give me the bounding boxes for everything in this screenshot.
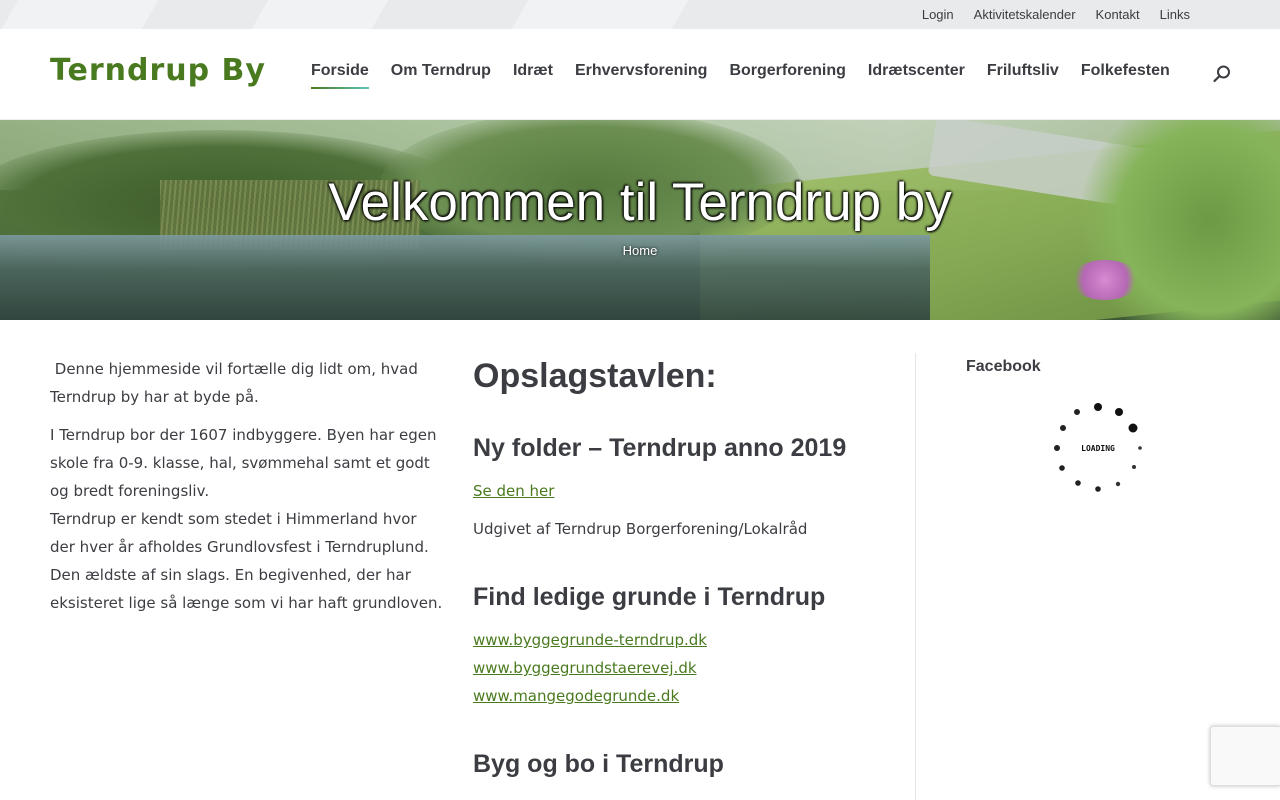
intro-text: I Terndrup bor der 1607 indbyggere. Byen… <box>50 426 437 500</box>
bulletin-board: Opslagstavlen: Ny folder – Terndrup anno… <box>473 355 893 793</box>
contact-link[interactable]: Kontakt <box>1096 7 1140 22</box>
top-bar-decoration <box>511 0 689 29</box>
nav-item-borgerforening[interactable]: Borgerforening <box>729 62 845 80</box>
intro-text: Terndrup er kendt som stedet i Himmerlan… <box>50 510 443 612</box>
nav-item-idraet[interactable]: Idræt <box>513 62 553 80</box>
top-bar: Login Aktivitetskalender Kontakt Links <box>0 0 1280 29</box>
loading-spinner-icon: LOADING <box>1054 403 1142 492</box>
nav-item-om-terndrup[interactable]: Om Terndrup <box>391 62 491 80</box>
top-bar-decoration <box>1 0 159 29</box>
breadcrumb[interactable]: Home <box>0 243 1280 258</box>
site-logo[interactable]: Terndrup By <box>50 53 266 88</box>
plots-link[interactable]: www.byggegrundstaerevej.dk <box>473 654 893 682</box>
main-nav: Forside Om Terndrup Idræt Erhvervsforeni… <box>311 62 1170 89</box>
recaptcha-badge[interactable] <box>1210 726 1280 786</box>
intro-column: Denne hjemmeside vil fortælle dig lidt o… <box>50 355 445 617</box>
page-title: Velkommen til Terndrup by <box>328 173 952 232</box>
facebook-heading: Facebook <box>966 358 1041 375</box>
loading-label: LOADING <box>1081 444 1115 453</box>
hero-banner: Velkommen til Terndrup by Home <box>0 120 1280 320</box>
login-link[interactable]: Login <box>922 7 954 22</box>
nav-item-erhvervsforening[interactable]: Erhvervsforening <box>575 62 707 80</box>
links-link[interactable]: Links <box>1160 7 1190 22</box>
nav-item-folkefesten[interactable]: Folkefesten <box>1081 62 1170 80</box>
folder-publisher: Udgivet af Terndrup Borgerforening/Lokal… <box>473 520 808 538</box>
nav-item-forside[interactable]: Forside <box>311 62 369 89</box>
sidebar: Facebook <box>966 358 1230 376</box>
folder-link[interactable]: Se den her <box>473 477 893 505</box>
nav-item-friluftsliv[interactable]: Friluftsliv <box>987 62 1059 80</box>
intro-paragraph: Denne hjemmeside vil fortælle dig lidt o… <box>50 360 423 406</box>
top-bar-links: Login Aktivitetskalender Kontakt Links <box>922 0 1190 29</box>
search-icon[interactable] <box>1212 64 1232 84</box>
bulletin-item-title: Find ledige grunde i Terndrup <box>473 583 826 611</box>
bulletin-item-title: Ny folder – Terndrup anno 2019 <box>473 434 847 462</box>
bulletin-heading: Opslagstavlen: <box>473 357 717 395</box>
hero-flowers <box>1070 260 1140 300</box>
top-bar-decoration <box>251 0 389 29</box>
plots-link[interactable]: www.mangegodegrunde.dk <box>473 682 893 710</box>
activity-calendar-link[interactable]: Aktivitetskalender <box>974 7 1076 22</box>
column-divider <box>915 353 916 800</box>
nav-item-idraetscenter[interactable]: Idrætscenter <box>868 62 965 80</box>
intro-paragraph: I Terndrup bor der 1607 indbyggere. Byen… <box>50 421 445 617</box>
site-header: Terndrup By Forside Om Terndrup Idræt Er… <box>0 29 1280 120</box>
bulletin-item-title: Byg og bo i Terndrup <box>473 750 724 778</box>
plots-link[interactable]: www.byggegrunde-terndrup.dk <box>473 626 893 654</box>
